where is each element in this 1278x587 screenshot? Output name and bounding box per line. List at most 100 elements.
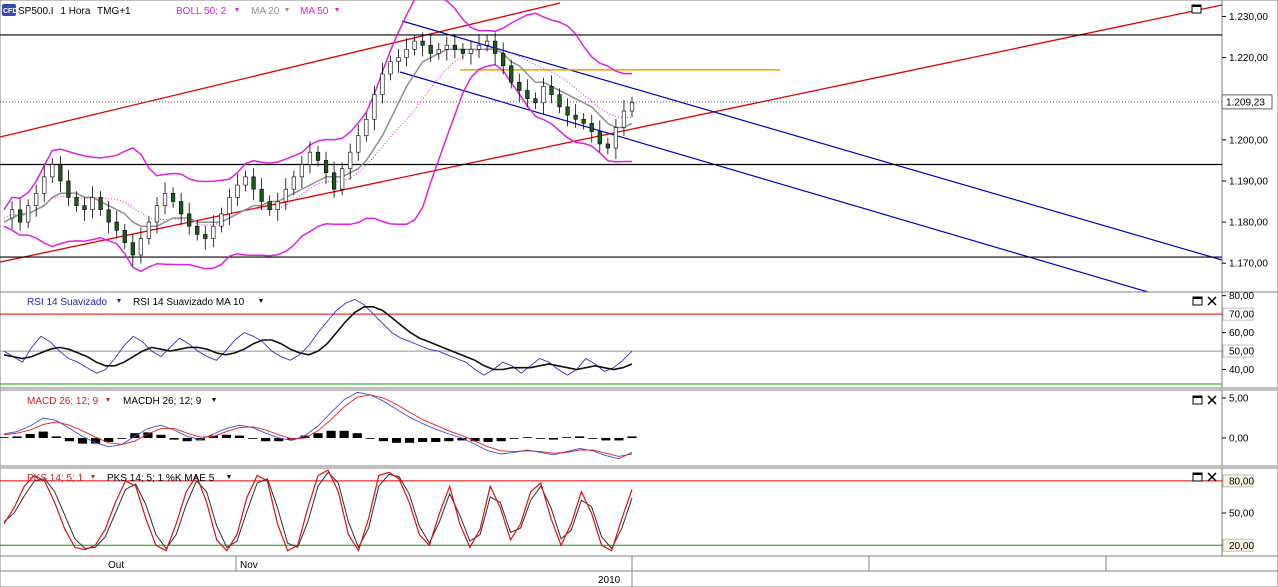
candle-body — [283, 188, 288, 202]
candle-body — [138, 238, 143, 256]
macd-hist-bar — [378, 438, 388, 442]
stoch-panel: 80,00 50,00 20,00 PKS 14; 5; 1 PKS 14; 5; … — [0, 467, 1278, 557]
macd-hist-bar — [117, 438, 127, 439]
rsi-tick-label: 40,00 — [1229, 365, 1254, 376]
svg-text:SP500.I 1 Hora TMG: SP500.I 1 Hora TMG+1 — [18, 6, 131, 17]
candle-body — [291, 176, 296, 190]
cfd-logo-text: CFD — [3, 8, 17, 15]
macd-hist-bar — [444, 438, 454, 442]
candle-body — [275, 201, 280, 211]
candle-body — [219, 213, 224, 227]
macd-hist-bar — [313, 433, 323, 438]
candle-body — [565, 106, 570, 116]
candle-body — [597, 131, 602, 145]
macdh-label[interactable]: MACDH 26; 12; 9 — [123, 396, 202, 407]
instrument-timezone: TMG+1 — [97, 6, 131, 17]
candle-body — [235, 184, 240, 198]
candle-body — [227, 197, 232, 215]
macd-hist-bar — [143, 432, 153, 438]
macd-hist-bar — [234, 435, 245, 438]
candle-body — [581, 118, 586, 124]
macd-hist-bar — [405, 438, 415, 443]
macd-hist-bar — [431, 438, 441, 442]
candle-body — [299, 164, 305, 178]
macd-hist-bar — [535, 438, 545, 439]
macd-tick-label: 5,00 — [1229, 394, 1249, 405]
candle-body — [162, 192, 168, 206]
candle-body — [533, 98, 538, 104]
candle-body — [203, 234, 208, 239]
ma50-indicator-label[interactable]: MA 50 — [300, 6, 329, 17]
macd-hist-bar — [248, 438, 258, 439]
stoch-tick-label: 20,00 — [1229, 541, 1254, 552]
candle-body — [468, 49, 474, 54]
instrument-timeframe[interactable]: 1 Hora — [60, 6, 90, 17]
rsi-ma-label[interactable]: RSI 14 Suavizado MA 10 — [133, 297, 245, 308]
candle-body — [605, 143, 610, 149]
candle-body — [98, 197, 103, 211]
candle-body — [412, 40, 417, 50]
candle-body — [340, 168, 345, 190]
candle-body — [195, 225, 200, 235]
candle-body — [82, 205, 87, 211]
instrument-symbol[interactable]: SP500.I — [18, 6, 54, 17]
candle-body — [90, 197, 95, 211]
candle-body — [621, 110, 627, 128]
macd-hist-bar — [261, 438, 271, 442]
macd-hist-bar — [614, 438, 624, 441]
candle-body — [348, 151, 353, 169]
candle-body — [331, 172, 337, 190]
candle-body — [50, 164, 55, 178]
candle-body — [420, 40, 425, 46]
macd-tick-label: 0,00 — [1229, 434, 1249, 445]
x-label-nov: Nov — [240, 560, 258, 571]
candle-body — [170, 192, 176, 202]
candle-body — [211, 225, 216, 239]
candle-body — [428, 44, 433, 54]
candle-body — [106, 209, 111, 223]
macd-hist-bar — [496, 438, 506, 442]
stoch-tick-label: 80,00 — [1229, 476, 1254, 487]
ma20-indicator-label[interactable]: MA 20 — [251, 6, 280, 17]
price-panel: 1.230,001.220,001.210,001.200,001.190,00… — [0, 0, 1278, 293]
macd-hist-bar — [588, 438, 598, 439]
macd-hist-bar — [221, 434, 231, 438]
pks-ma-label[interactable]: PKS 14; 5; 1 %K MAE 5 — [107, 473, 215, 484]
candle-body — [74, 197, 79, 206]
pks-label[interactable]: PKS 14; 5; 1 — [27, 473, 84, 484]
stoch-tick-label: 50,00 — [1229, 509, 1254, 520]
candle-body — [364, 118, 369, 137]
macd-label[interactable]: MACD 26; 12; 9 — [27, 396, 99, 407]
rsi-tick-label: 70,00 — [1229, 310, 1254, 321]
macd-hist-bar — [601, 438, 611, 441]
candle-body — [259, 188, 264, 202]
candle-body — [146, 221, 152, 239]
candle-body — [589, 123, 594, 132]
candle-body — [493, 40, 498, 54]
candle-body — [476, 44, 482, 50]
candle-body — [436, 49, 441, 54]
candle-body — [541, 86, 546, 104]
candle-body — [187, 213, 192, 227]
candle-body — [58, 164, 63, 182]
macd-hist-bar — [156, 434, 166, 438]
price-tick-label: 1.230,00 — [1229, 12, 1268, 23]
candle-body — [356, 135, 361, 153]
macd-hist-bar — [522, 437, 532, 438]
candle-body — [517, 81, 522, 91]
candle-body — [9, 209, 15, 219]
candle-body — [525, 90, 530, 100]
price-tick-label: 1.220,00 — [1229, 53, 1268, 64]
x-label-year: 2010 — [598, 575, 621, 586]
candle-body — [573, 114, 578, 120]
macd-hist-bar — [169, 438, 179, 440]
candle-body — [613, 127, 619, 149]
candle-body — [34, 192, 39, 206]
boll-indicator-label[interactable]: BOLL 50; 2 — [176, 6, 227, 17]
rsi-label[interactable]: RSI 14 Suavizado — [27, 297, 107, 308]
price-tick-label: 1.180,00 — [1229, 218, 1268, 229]
candle-body — [122, 230, 127, 243]
candle-body — [114, 221, 119, 231]
time-axis: Out Nov 2010 — [0, 555, 1278, 587]
x-label-out: Out — [108, 560, 124, 571]
